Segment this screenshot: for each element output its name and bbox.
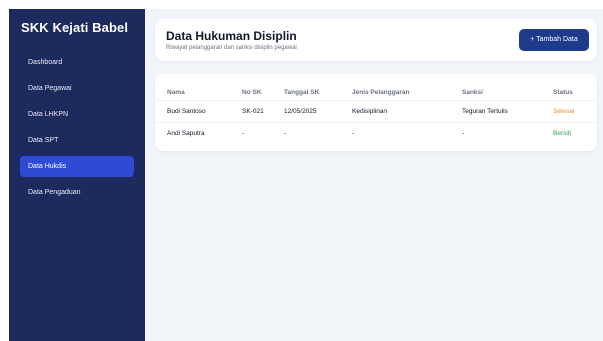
cell-sanksi: Teguran Tertulis bbox=[462, 108, 508, 115]
sidebar-item-data-pengaduan[interactable]: Data Pengaduan bbox=[20, 182, 134, 203]
table-row[interactable]: Andi Saputra - - - - Bersih bbox=[155, 122, 597, 145]
cell-sanksi: - bbox=[462, 130, 465, 137]
cell-tanggal-sk: - bbox=[284, 130, 287, 137]
table-row[interactable]: Budi Santoso SK-021 12/05/2025 Kedisipli… bbox=[155, 100, 597, 123]
cell-nama: Budi Santoso bbox=[167, 108, 206, 115]
sidebar-item-dashboard[interactable]: Dashboard bbox=[20, 52, 134, 73]
cell-no-sk: - bbox=[242, 130, 245, 137]
app-frame: SKK Kejati Babel Dashboard Data Pegawai … bbox=[9, 9, 603, 341]
sidebar-item-data-lhkpn[interactable]: Data LHKPN bbox=[20, 104, 134, 125]
page-header-card: Data Hukuman Disiplin Riwayat pelanggara… bbox=[155, 19, 597, 61]
brand-title: SKK Kejati Babel bbox=[21, 20, 129, 35]
cell-jenis-pelanggaran: - bbox=[352, 130, 355, 137]
cell-nama: Andi Saputra bbox=[167, 130, 205, 137]
page-title: Data Hukuman Disiplin bbox=[166, 29, 297, 43]
data-table: Nama No SK Tanggal SK Jenis Pelanggaran … bbox=[155, 74, 597, 151]
cell-jenis-pelanggaran: Kedisiplinan bbox=[352, 108, 388, 115]
sidebar-item-data-spt[interactable]: Data SPT bbox=[20, 130, 134, 151]
page-subtitle: Riwayat pelanggaran dan sanksi disiplin … bbox=[166, 45, 297, 51]
cell-tanggal-sk: 12/05/2025 bbox=[284, 108, 317, 115]
add-data-button[interactable]: + Tambah Data bbox=[519, 29, 589, 51]
sidebar-item-data-hukdis[interactable]: Data Hukdis bbox=[20, 156, 134, 177]
cell-no-sk: SK-021 bbox=[242, 108, 264, 115]
sidebar-item-data-pegawai[interactable]: Data Pegawai bbox=[20, 78, 134, 99]
sidebar: SKK Kejati Babel Dashboard Data Pegawai … bbox=[9, 9, 145, 341]
status-badge: Bersih bbox=[553, 130, 572, 137]
status-badge: Selesai bbox=[553, 108, 575, 115]
